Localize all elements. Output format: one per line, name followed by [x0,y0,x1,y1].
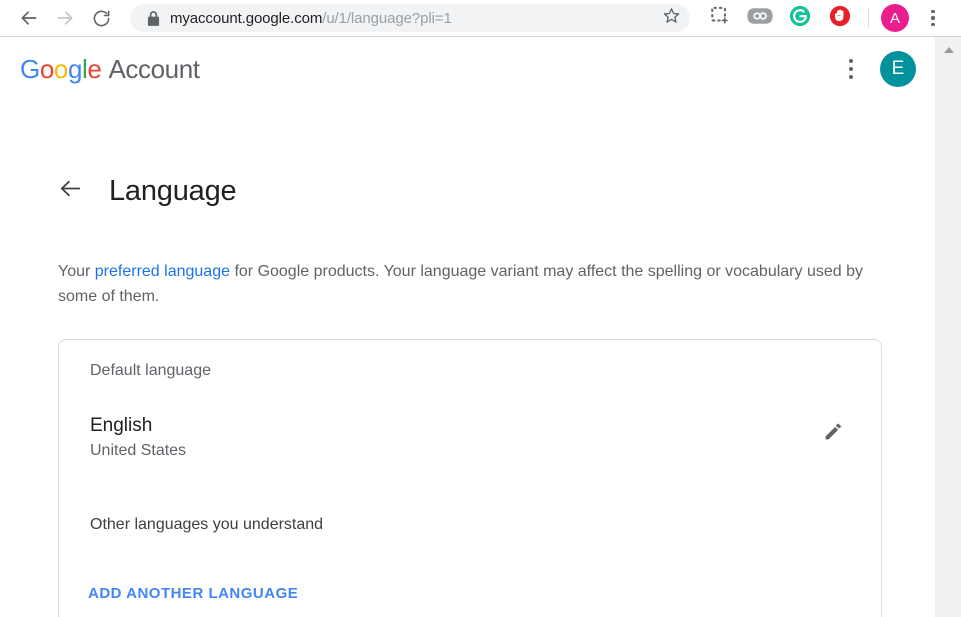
grammarly-extension-button[interactable] [785,3,815,33]
page-title: Language [109,174,237,207]
default-language-name: English [90,415,153,436]
chrome-kebab-menu-icon[interactable] [919,4,947,32]
default-language-region: United States [90,442,187,459]
star-outline-icon [663,7,680,29]
google-account-header: Google Account E [0,37,934,101]
page-content: Google Account E Language Your preferred… [0,37,934,617]
description-prefix: Your [58,263,95,280]
logo-letter: G [20,53,40,84]
google-account-logo[interactable]: Google Account [20,54,200,85]
header-actions: E [834,51,916,87]
browser-reload-button[interactable] [86,3,116,33]
menu-dot [849,59,853,63]
more-options-icon[interactable] [834,52,868,86]
url-path: /u/1/language?pli=1 [322,9,452,27]
menu-dot [931,9,935,14]
browser-forward-button[interactable] [50,3,80,33]
menu-dot [849,75,853,79]
logo-letter: e [87,53,102,84]
page-description: Your preferred language for Google produ… [58,259,880,309]
menu-dot [849,67,853,71]
bookmark-star-button[interactable] [658,5,684,31]
default-language-texts: English United States [90,414,186,462]
edit-language-button[interactable] [813,414,853,454]
other-languages-label: Other languages you understand [90,516,324,533]
browser-back-button[interactable] [14,3,44,33]
logo-letter: o [53,53,68,84]
default-language-row[interactable]: English United States [59,414,883,462]
infinity-extension-button[interactable] [745,3,775,33]
add-another-language-button[interactable]: ADD ANOTHER LANGUAGE [88,585,298,602]
menu-dot [931,22,935,27]
triangle-up [943,46,954,53]
logo-letter: o [39,53,54,84]
avatar[interactable]: E [880,51,916,87]
product-name: Account [108,53,200,84]
extensions-strip [700,3,860,33]
screenshot-capture-icon [710,6,730,31]
arrow-right-icon [55,8,75,28]
adblock-icon [829,5,851,32]
url-domain: myaccount.google.com [170,9,323,27]
lock-icon [142,7,164,29]
default-language-label: Default language [90,362,211,379]
address-bar[interactable]: myaccount.google.com/u/1/language?pli=1 [130,4,690,32]
page-title-row: Language [0,169,934,213]
chrome-profile-avatar[interactable]: A [881,4,909,32]
pencil-edit-icon [823,421,844,447]
reload-icon [92,9,111,28]
back-arrow-icon [58,176,83,206]
toolbar-divider [868,8,869,28]
page-scrollbar[interactable] [934,37,961,617]
preferred-language-link[interactable]: preferred language [95,263,230,280]
adblock-extension-button[interactable] [825,3,855,33]
infinity-extension-icon [747,7,773,30]
back-button[interactable] [48,169,92,213]
grammarly-icon [789,5,811,32]
browser-toolbar: myaccount.google.com/u/1/language?pli=1 [0,0,961,37]
arrow-left-icon [19,8,39,28]
screenshot-capture-extension-button[interactable] [705,3,735,33]
language-settings-card: Default language English United States O… [58,339,882,617]
scroll-up-arrow-icon[interactable] [935,41,961,58]
url-display: myaccount.google.com/u/1/language?pli=1 [170,10,658,27]
logo-letter: g [67,53,83,84]
menu-dot [931,16,935,20]
